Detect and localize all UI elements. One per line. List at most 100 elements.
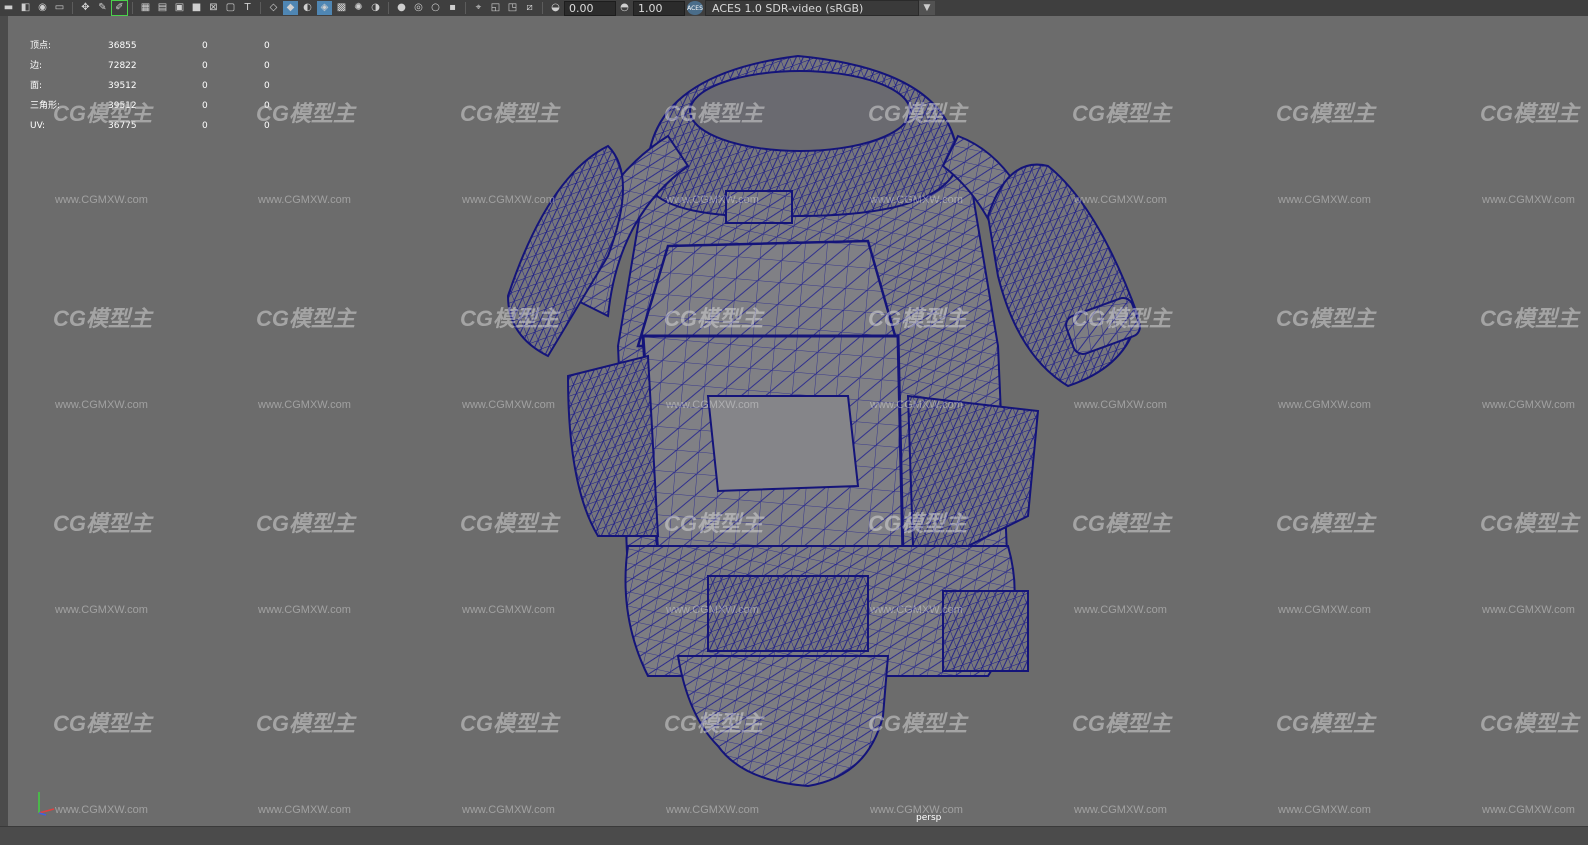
image-plane-icon[interactable]: ▭ — [52, 1, 67, 15]
film-gate-icon[interactable]: ▤ — [155, 1, 170, 15]
watermark-logo: CG模型主 — [1276, 101, 1376, 126]
camera-name-label: persp — [916, 813, 942, 823]
exposure-field[interactable]: 0.00 — [564, 0, 616, 16]
watermark-logo: CG模型主 — [1072, 101, 1172, 126]
hud-value: 72822 — [108, 61, 137, 71]
watermark-url: www.CGMXW.com — [258, 804, 351, 816]
toolbar-separator — [388, 2, 389, 14]
isolate-select-icon[interactable]: ⌖ — [471, 1, 486, 15]
exposure-icon[interactable]: ◒ — [548, 1, 563, 15]
watermark-url: www.CGMXW.com — [870, 399, 963, 411]
watermark-url: www.CGMXW.com — [1278, 194, 1371, 206]
wireframe-on-shaded-icon[interactable]: ◈ — [317, 1, 332, 15]
watermark-logo: CG模型主 — [460, 306, 560, 331]
toolbar-separator — [260, 2, 261, 14]
viewport-left-border — [0, 16, 8, 844]
default-material-icon[interactable]: ◐ — [300, 1, 315, 15]
watermark-logo: CG模型主 — [256, 511, 356, 536]
watermark-logo: CG模型主 — [1072, 511, 1172, 536]
watermark-logo: CG模型主 — [256, 711, 356, 736]
watermark-url: www.CGMXW.com — [666, 604, 759, 616]
bookmark-icon[interactable]: ◧ — [18, 1, 33, 15]
ambient-occlusion-icon[interactable]: ● — [394, 1, 409, 15]
shadows-icon[interactable]: ◑ — [368, 1, 383, 15]
watermark-logo: CG模型主 — [53, 711, 153, 736]
toolbar-separator — [132, 2, 133, 14]
resolution-gate-icon[interactable]: ▣ — [172, 1, 187, 15]
camera-icon[interactable]: ▬ — [1, 1, 16, 15]
watermark-url: www.CGMXW.com — [666, 399, 759, 411]
watermark-logo: CG模型主 — [460, 711, 560, 736]
watermark-logo: CG模型主 — [1276, 306, 1376, 331]
watermark-url: www.CGMXW.com — [1278, 804, 1371, 816]
wireframe-icon[interactable]: ◇ — [266, 1, 281, 15]
color-management-icon[interactable]: ACES — [687, 1, 703, 15]
watermark-logo: CG模型主 — [53, 101, 153, 126]
watermark-url: www.CGMXW.com — [666, 804, 759, 816]
watermark-url: www.CGMXW.com — [258, 399, 351, 411]
toolbar-separator — [542, 2, 543, 14]
grid-icon[interactable]: ▦ — [138, 1, 153, 15]
watermark-url: www.CGMXW.com — [462, 604, 555, 616]
hud-value: 36855 — [108, 41, 137, 51]
watermark-url: www.CGMXW.com — [1074, 604, 1167, 616]
safe-title-icon[interactable]: T — [240, 1, 255, 15]
hud-label: 面: — [30, 81, 43, 91]
gate-mask-icon[interactable]: ■ — [189, 1, 204, 15]
watermark-logo: CG模型主 — [868, 511, 968, 536]
smooth-shade-icon[interactable]: ◆ — [283, 1, 298, 15]
xray-joints-icon[interactable]: ◳ — [505, 1, 520, 15]
motion-blur-icon[interactable]: ◎ — [411, 1, 426, 15]
watermark-logo: CG模型主 — [256, 306, 356, 331]
viewport-bottom-border — [0, 826, 1588, 845]
axis-gizmo-icon — [38, 792, 55, 816]
hud-value: 0 — [264, 41, 270, 51]
hud-row-edges: 边: 72822 0 0 — [30, 56, 270, 76]
watermark-url: www.CGMXW.com — [1482, 804, 1575, 816]
backface-icon[interactable]: ⧄ — [522, 1, 537, 15]
watermark-url: www.CGMXW.com — [55, 194, 148, 206]
viewport-toolbar: ▬ ◧ ◉ ▭ ✥ ✎ ✐ ▦ ▤ ▣ ■ ⊠ ▢ T ◇ ◆ ◐ ◈ ▩ ✺ … — [0, 0, 1588, 17]
watermark-url: www.CGMXW.com — [1482, 604, 1575, 616]
safe-action-icon[interactable]: ▢ — [223, 1, 238, 15]
watermark-url: www.CGMXW.com — [55, 604, 148, 616]
perspective-viewport[interactable]: 顶点: 36855 0 0 边: 72822 0 0 面: 39512 0 0 … — [8, 16, 1588, 826]
watermark-url: www.CGMXW.com — [258, 194, 351, 206]
anti-alias-icon[interactable]: ○ — [428, 1, 443, 15]
hud-value: 0 — [264, 81, 270, 91]
watermark-logo: CG模型主 — [53, 306, 153, 331]
hud-label: 边: — [30, 61, 43, 71]
textured-icon[interactable]: ▩ — [334, 1, 349, 15]
camera-attr-icon[interactable]: ◉ — [35, 1, 50, 15]
gamma-icon[interactable]: ◓ — [617, 1, 632, 15]
watermark-logo: CG模型主 — [664, 101, 764, 126]
watermark-logo: CG模型主 — [664, 306, 764, 331]
watermark-logo: CG模型主 — [1072, 306, 1172, 331]
toolbar-separator — [465, 2, 466, 14]
grease-pencil-icon[interactable]: ✎ — [95, 1, 110, 15]
side-holster — [942, 590, 1029, 672]
pan-icon[interactable]: ✥ — [78, 1, 93, 15]
annotation-icon[interactable]: ✐ — [111, 0, 128, 16]
watermark-logo: CG模型主 — [53, 511, 153, 536]
hud-value: 0 — [202, 81, 208, 91]
chevron-down-icon[interactable]: ▼ — [919, 1, 935, 15]
gamma-field[interactable]: 1.00 — [633, 0, 685, 16]
hud-value: 39512 — [108, 81, 137, 91]
field-chart-icon[interactable]: ⊠ — [206, 1, 221, 15]
watermark-logo: CG模型主 — [1276, 711, 1376, 736]
color-space-select[interactable]: ACES 1.0 SDR-video (sRGB) — [705, 0, 919, 16]
watermark-url: www.CGMXW.com — [258, 604, 351, 616]
watermark-logo: CG模型主 — [868, 101, 968, 126]
watermark-logo: CG模型主 — [664, 711, 764, 736]
hud-value: 0 — [202, 121, 208, 131]
hud-label: 顶点: — [30, 41, 52, 51]
watermark-url: www.CGMXW.com — [1482, 399, 1575, 411]
watermark-url: www.CGMXW.com — [870, 604, 963, 616]
watermark-logo: CG模型主 — [460, 101, 560, 126]
lights-icon[interactable]: ✺ — [351, 1, 366, 15]
xray-icon[interactable]: ◱ — [488, 1, 503, 15]
depth-of-field-icon[interactable]: ▪ — [445, 1, 460, 15]
axis-gizmo — [34, 786, 64, 822]
watermark-url: www.CGMXW.com — [870, 194, 963, 206]
